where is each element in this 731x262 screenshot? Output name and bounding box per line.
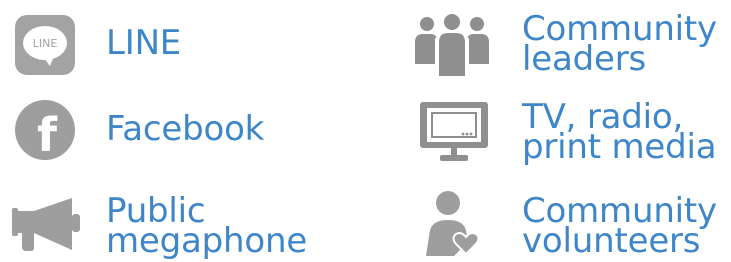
label-tv-radio-print: TV, radio, print media bbox=[522, 97, 717, 167]
line-app-icon: LINE bbox=[14, 14, 76, 76]
megaphone-icon bbox=[12, 196, 90, 252]
label-facebook: Facebook bbox=[106, 109, 265, 149]
tv-monitor-icon bbox=[418, 100, 490, 164]
line-icon-text: LINE bbox=[33, 37, 58, 50]
facebook-icon: f bbox=[14, 99, 76, 162]
label-community-volunteers: Community volunteers bbox=[522, 191, 717, 261]
facebook-icon-text: f bbox=[37, 108, 58, 161]
volunteer-heart-icon bbox=[420, 190, 486, 258]
label-line: LINE bbox=[106, 23, 182, 63]
people-group-icon bbox=[411, 14, 493, 78]
label-public-megaphone: Public megaphone bbox=[106, 191, 308, 261]
label-community-leaders: Community leaders bbox=[522, 9, 717, 79]
